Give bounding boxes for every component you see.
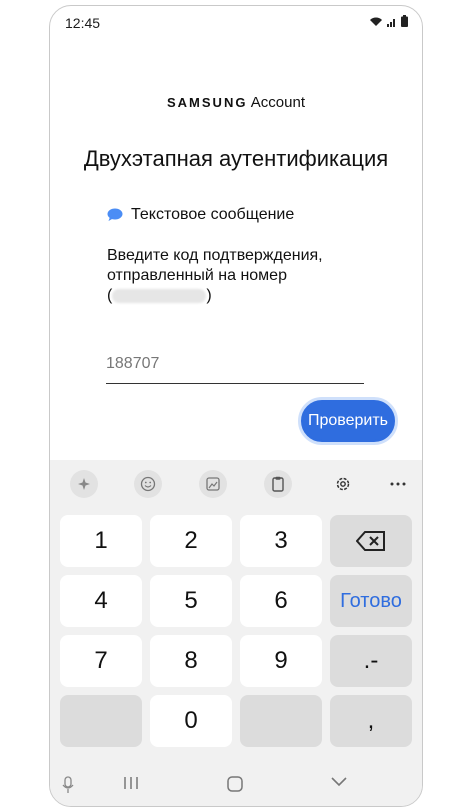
backspace-key[interactable] — [330, 515, 412, 567]
masked-phone-number — [112, 288, 207, 303]
hide-keyboard-chevron-icon[interactable] — [330, 776, 348, 788]
blank-key[interactable] — [60, 695, 142, 747]
verify-button[interactable]: Проверить — [298, 397, 398, 445]
instruction-line2: отправленный на номер — [107, 267, 287, 284]
message-bubble-icon — [107, 208, 123, 221]
phone-frame: 12:45 SAMSUNG Account Двухэтапная аутент… — [49, 5, 423, 807]
close-paren: ) — [206, 287, 212, 304]
key-6[interactable]: 6 — [240, 575, 322, 627]
settings-gear-icon[interactable] — [329, 470, 357, 498]
dot-dash-key[interactable]: .- — [330, 635, 412, 687]
ai-sparkle-icon[interactable] — [70, 470, 98, 498]
key-0[interactable]: 0 — [150, 695, 232, 747]
home-icon[interactable] — [227, 776, 243, 792]
keyboard-toolbar — [50, 460, 422, 508]
key-4[interactable]: 4 — [60, 575, 142, 627]
key-5[interactable]: 5 — [150, 575, 232, 627]
blank-key-right[interactable] — [240, 695, 322, 747]
key-7[interactable]: 7 — [60, 635, 142, 687]
key-8[interactable]: 8 — [150, 635, 232, 687]
status-bar: 12:45 — [50, 6, 422, 40]
status-icons — [369, 15, 408, 27]
mic-icon[interactable] — [62, 776, 74, 794]
code-field[interactable] — [106, 355, 364, 384]
code-input[interactable] — [106, 355, 364, 373]
keyboard: 1 2 3 4 5 6 Готово 7 8 9 .- 0 , — [50, 460, 422, 806]
more-options-icon[interactable] — [384, 470, 412, 498]
brand-account: Account — [250, 94, 305, 111]
key-1[interactable]: 1 — [60, 515, 142, 567]
key-3[interactable]: 3 — [240, 515, 322, 567]
battery-icon — [401, 15, 408, 27]
status-time: 12:45 — [65, 15, 101, 31]
wifi-icon — [370, 17, 382, 26]
backspace-icon — [356, 531, 385, 551]
recent-apps-icon[interactable] — [123, 776, 139, 790]
instruction-line1: Введите код подтверждения, — [107, 247, 323, 264]
emoji-icon[interactable] — [134, 470, 162, 498]
brand-logo: SAMSUNG Account — [50, 94, 422, 111]
clipboard-icon[interactable] — [264, 470, 292, 498]
page-title: Двухэтапная аутентификация — [83, 146, 389, 171]
instruction-text: Введите код подтверждения, отправленный … — [107, 246, 377, 306]
brand-samsung: SAMSUNG — [167, 95, 248, 110]
method-row: Текстовое сообщение — [107, 206, 294, 224]
phone-number-line: () — [107, 286, 377, 306]
done-key[interactable]: Готово — [330, 575, 412, 627]
signal-icon — [387, 18, 395, 27]
sticker-icon[interactable] — [199, 470, 227, 498]
key-9[interactable]: 9 — [240, 635, 322, 687]
comma-key[interactable]: , — [330, 695, 412, 747]
key-2[interactable]: 2 — [150, 515, 232, 567]
navigation-bar — [50, 766, 422, 806]
method-label: Текстовое сообщение — [131, 206, 295, 223]
